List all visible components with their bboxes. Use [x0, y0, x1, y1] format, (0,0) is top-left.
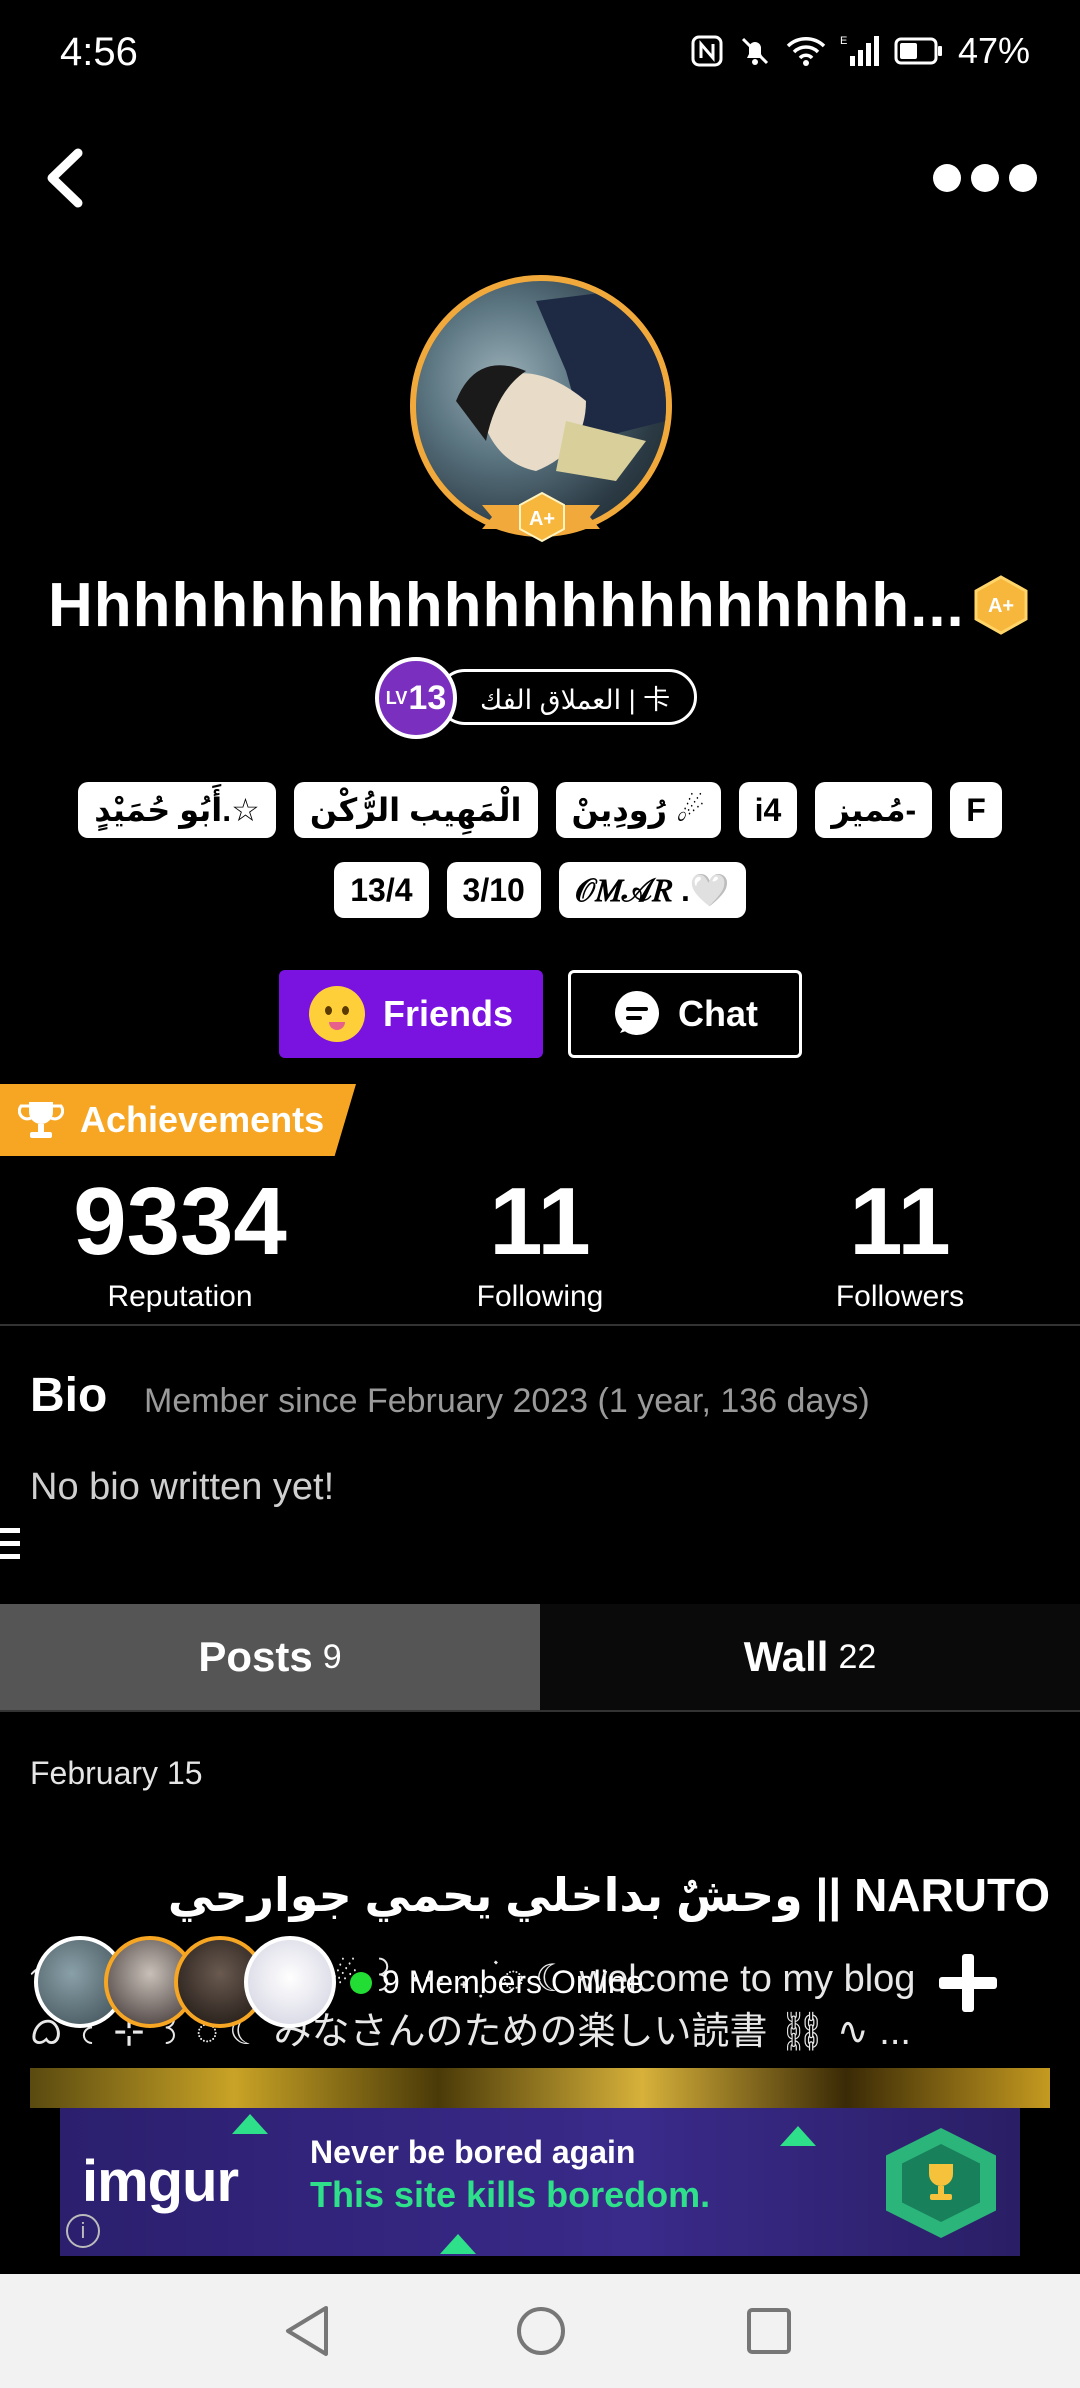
stat-label: Reputation	[107, 1280, 253, 1313]
nav-back-icon[interactable]	[282, 2304, 332, 2358]
tab-count: 9	[322, 1637, 342, 1676]
back-arrow-icon[interactable]	[40, 145, 90, 211]
status-time: 4:56	[60, 30, 138, 74]
custom-tag: i4	[738, 782, 798, 838]
svg-text:A+: A+	[988, 595, 1014, 617]
tab-wall[interactable]: Wall 22	[540, 1604, 1080, 1710]
profile-avatar[interactable]: A+	[410, 275, 672, 543]
tags-row-1: أَبُو حُمَيْدٍ.☆ الْمَهِيب الرُّكْن رُود…	[0, 782, 1080, 838]
system-nav-bar	[0, 2274, 1080, 2388]
signal-icon: E	[840, 35, 879, 66]
achievements-banner[interactable]: Achievements	[0, 1084, 356, 1156]
battery-icon	[894, 37, 942, 65]
ad-brand-logo: imgur	[82, 2149, 239, 2214]
custom-tag: مُميز-	[815, 782, 933, 838]
chat-bubble-icon	[615, 991, 659, 1035]
network-type-label: E	[840, 35, 847, 47]
member-title: العملاق الفك | 卡	[437, 669, 698, 725]
divider	[0, 1324, 1080, 1326]
level-pill[interactable]: LV 13 العملاق الفك | 卡	[375, 657, 698, 739]
chat-label: Chat	[678, 993, 758, 1034]
tab-count: 22	[838, 1637, 877, 1676]
ad-headline: Never be bored again	[310, 2134, 636, 2170]
wifi-icon	[786, 37, 826, 66]
stat-followers[interactable]: 11 Followers	[720, 1172, 1080, 1314]
post-cover-image[interactable]	[30, 2068, 1050, 2108]
side-menu-icon[interactable]	[0, 1524, 24, 1564]
ad-banner[interactable]: imgur Never be bored again This site kil…	[60, 2108, 1020, 2256]
friend-emoji-icon	[308, 986, 365, 1042]
tab-label: Posts	[198, 1633, 313, 1680]
bio-heading: Bio	[30, 1369, 108, 1422]
mute-bell-icon	[741, 37, 768, 65]
custom-tag: أَبُو حُمَيْدٍ.☆	[78, 782, 276, 838]
tags-row-2: 13/4 3/10 𝒪𝑀𝒜𝑅 .🤍	[0, 862, 1080, 918]
status-icons: E 47%	[690, 30, 1030, 72]
stat-reputation: 9334 Reputation	[0, 1172, 360, 1314]
nfc-icon	[691, 35, 723, 67]
bio-text: No bio written yet!	[30, 1466, 335, 1508]
status-bar: 4:56 E 47%	[0, 0, 1080, 110]
custom-tag: 13/4	[334, 862, 429, 918]
trophy-icon	[18, 1102, 64, 1138]
stat-label: Followers	[835, 1280, 965, 1313]
online-members[interactable]: 9 Members Online	[350, 1964, 643, 2001]
username: Hhhhhhhhhhhhhhhhhhhhhh...	[48, 571, 965, 640]
arrow-up-icon	[232, 2114, 268, 2134]
tab-posts[interactable]: Posts 9	[0, 1604, 540, 1710]
arrow-up-icon	[780, 2126, 816, 2146]
arrow-up-icon	[440, 2234, 476, 2254]
stat-value: 11	[849, 1168, 951, 1275]
stat-label: Following	[476, 1280, 604, 1313]
post-title[interactable]: وحشٌ بداخلي يحمي جوارحي || NARUTO	[0, 1868, 1050, 1922]
custom-tag: 3/10	[446, 862, 541, 918]
friends-button[interactable]: Friends	[279, 970, 543, 1058]
post-date: February 15	[30, 1755, 203, 1791]
ad-info-icon[interactable]: i	[66, 2214, 100, 2248]
achievements-label: Achievements	[80, 1099, 325, 1140]
stat-value: 11	[489, 1168, 591, 1275]
plus-icon[interactable]	[935, 1950, 1001, 2016]
friends-label: Friends	[382, 993, 514, 1034]
trophy-icon	[929, 2164, 953, 2200]
premium-badge-icon: A+	[974, 575, 1028, 635]
custom-tag: F	[950, 782, 1002, 838]
nav-home-icon[interactable]	[514, 2304, 568, 2358]
level-badge: LV 13	[375, 657, 457, 739]
chat-button[interactable]: Chat	[568, 970, 802, 1058]
avatar	[244, 1936, 336, 2028]
more-dots-icon[interactable]	[930, 160, 1040, 196]
battery-percent: 47%	[957, 30, 1030, 71]
stat-following[interactable]: 11 Following	[360, 1172, 720, 1314]
stat-value: 9334	[73, 1168, 287, 1275]
online-members-label: 9 Members Online	[382, 1964, 644, 2000]
divider	[0, 1710, 1080, 1712]
custom-tag: 𝒪𝑀𝒜𝑅 .🤍	[558, 862, 746, 918]
custom-tag: رُودِينْ ☄	[555, 782, 721, 838]
custom-tag: الْمَهِيب الرُّكْن	[293, 782, 538, 838]
premium-badge-icon: A+	[519, 491, 565, 543]
svg-text:A+: A+	[529, 508, 555, 530]
nav-recents-icon[interactable]	[744, 2304, 794, 2358]
online-status-dot	[350, 1971, 372, 1994]
tab-label: Wall	[743, 1633, 829, 1680]
ad-subheadline: This site kills boredom.	[310, 2174, 711, 2215]
member-since: Member since February 2023 (1 year, 136 …	[144, 1382, 870, 1420]
profile-tabs: Posts 9 Wall 22	[0, 1604, 1080, 1710]
